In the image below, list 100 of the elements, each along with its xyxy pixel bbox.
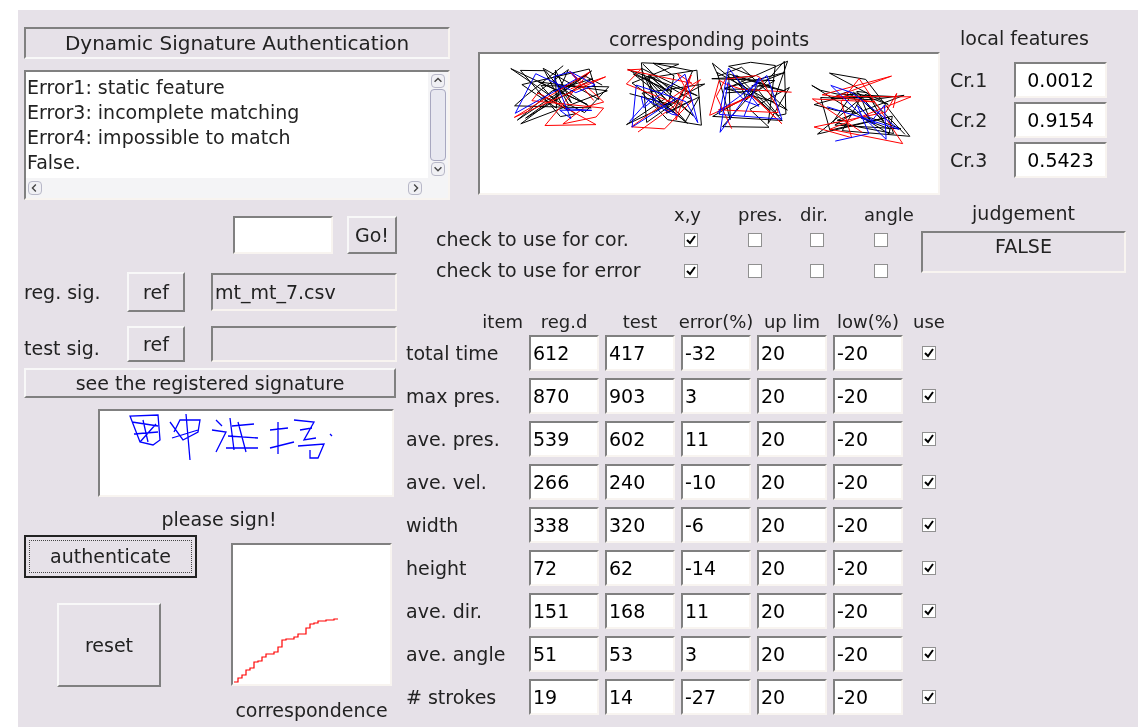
column-header: test (622, 313, 658, 331)
reg-value-field[interactable]: 151 (529, 593, 599, 629)
feature-value-field[interactable]: 0.5423 (1014, 142, 1107, 178)
lower-limit-field[interactable]: -20 (833, 507, 903, 543)
check-row-label: check to use for cor. (436, 227, 630, 253)
lower-limit-field[interactable]: -20 (833, 593, 903, 629)
test-value-field[interactable]: 14 (605, 679, 675, 715)
upper-limit-field[interactable]: 20 (757, 550, 827, 586)
reg-value-field[interactable]: 612 (529, 335, 599, 371)
checkbox[interactable] (922, 647, 936, 661)
checkmark-icon (924, 649, 934, 659)
lower-limit-field[interactable]: -20 (833, 550, 903, 586)
checkbox[interactable] (922, 690, 936, 704)
checkbox[interactable] (922, 432, 936, 446)
error-value-field[interactable]: 3 (681, 378, 751, 414)
test-value-field[interactable]: 417 (605, 335, 675, 371)
row-label: width (406, 515, 460, 535)
reg-ref-button[interactable]: ref (127, 272, 185, 312)
lower-limit-field[interactable]: -20 (833, 378, 903, 414)
error-value-field[interactable]: 11 (681, 593, 751, 629)
upper-limit-field[interactable]: 20 (757, 593, 827, 629)
lower-limit-field[interactable]: -20 (833, 335, 903, 371)
error-value-field[interactable]: -27 (681, 679, 751, 715)
row-label: height (406, 558, 468, 578)
checkbox[interactable] (748, 233, 762, 247)
go-button[interactable]: Go! (347, 216, 397, 254)
row-label: # strokes (406, 687, 498, 707)
feature-value-field[interactable]: 0.0012 (1014, 62, 1107, 98)
error-value-field[interactable]: -10 (681, 464, 751, 500)
go-input-field[interactable] (233, 216, 333, 254)
checkbox[interactable] (684, 233, 698, 247)
scroll-right-icon[interactable] (408, 181, 422, 195)
column-header: reg.d (540, 313, 588, 331)
upper-limit-field[interactable]: 20 (757, 378, 827, 414)
lower-limit-field[interactable]: -20 (833, 679, 903, 715)
checkbox[interactable] (922, 389, 936, 403)
reg-value-field[interactable]: 539 (529, 421, 599, 457)
checkbox[interactable] (922, 604, 936, 618)
upper-limit-field[interactable]: 20 (757, 464, 827, 500)
upper-limit-field[interactable]: 20 (757, 636, 827, 672)
message-line: Error4: impossible to match (27, 125, 292, 150)
upper-limit-field[interactable]: 20 (757, 679, 827, 715)
error-value-field[interactable]: -32 (681, 335, 751, 371)
test-ref-button[interactable]: ref (127, 326, 185, 362)
lower-limit-field[interactable]: -20 (833, 636, 903, 672)
lower-limit-field[interactable]: -20 (833, 421, 903, 457)
error-value-field[interactable]: 3 (681, 636, 751, 672)
column-header: low(%) (837, 313, 899, 331)
reset-button[interactable]: reset (57, 603, 161, 687)
checkmark-icon (686, 265, 696, 276)
reg-file-field: mt_mt_7.csv (211, 273, 397, 311)
checkmark-icon (924, 606, 934, 616)
checkmark-icon (924, 434, 934, 444)
check-column-label: dir. (800, 206, 828, 225)
error-value-field[interactable]: -6 (681, 507, 751, 543)
test-value-field[interactable]: 602 (605, 421, 675, 457)
reg-value-field[interactable]: 72 (529, 550, 599, 586)
reg-value-field[interactable]: 870 (529, 378, 599, 414)
reg-value-field[interactable]: 19 (529, 679, 599, 715)
row-label: ave. vel. (406, 472, 488, 492)
error-value-field[interactable]: -14 (681, 550, 751, 586)
test-value-field[interactable]: 62 (605, 550, 675, 586)
checkbox[interactable] (748, 263, 762, 278)
checkmark-icon (924, 520, 934, 530)
reg-value-field[interactable]: 51 (529, 636, 599, 672)
error-value-field[interactable]: 11 (681, 421, 751, 457)
test-value-field[interactable]: 240 (605, 464, 675, 500)
column-header: error(%) (678, 313, 754, 331)
reg-value-field[interactable]: 338 (529, 507, 599, 543)
checkbox[interactable] (922, 475, 936, 489)
scrollbar-thumb[interactable] (430, 89, 446, 161)
checkmark-icon (924, 692, 934, 702)
checkbox[interactable] (874, 263, 888, 278)
checkbox[interactable] (922, 561, 936, 575)
corresponding-points-label: corresponding points (608, 30, 810, 52)
scroll-left-icon[interactable] (28, 181, 42, 195)
checkbox[interactable] (874, 233, 888, 247)
checkbox[interactable] (922, 346, 936, 360)
upper-limit-field[interactable]: 20 (757, 507, 827, 543)
checkmark-icon (924, 348, 934, 358)
checkbox[interactable] (922, 518, 936, 532)
scroll-down-icon[interactable] (431, 162, 445, 176)
test-value-field[interactable]: 903 (605, 378, 675, 414)
test-value-field[interactable]: 320 (605, 507, 675, 543)
test-value-field[interactable]: 53 (605, 636, 675, 672)
judgement-result: FALSE (921, 231, 1126, 273)
signature-pad[interactable] (98, 409, 394, 497)
checkbox[interactable] (810, 263, 824, 278)
lower-limit-field[interactable]: -20 (833, 464, 903, 500)
authenticate-button[interactable]: authenticate (24, 535, 197, 578)
checkbox[interactable] (810, 233, 824, 247)
see-registered-button[interactable]: see the registered signature (24, 368, 396, 398)
test-value-field[interactable]: 168 (605, 593, 675, 629)
reg-value-field[interactable]: 266 (529, 464, 599, 500)
checkbox[interactable] (684, 263, 698, 278)
feature-value-field[interactable]: 0.9154 (1014, 102, 1107, 138)
check-column-label: angle (864, 206, 914, 225)
upper-limit-field[interactable]: 20 (757, 335, 827, 371)
upper-limit-field[interactable]: 20 (757, 421, 827, 457)
scroll-up-icon[interactable] (431, 74, 445, 88)
